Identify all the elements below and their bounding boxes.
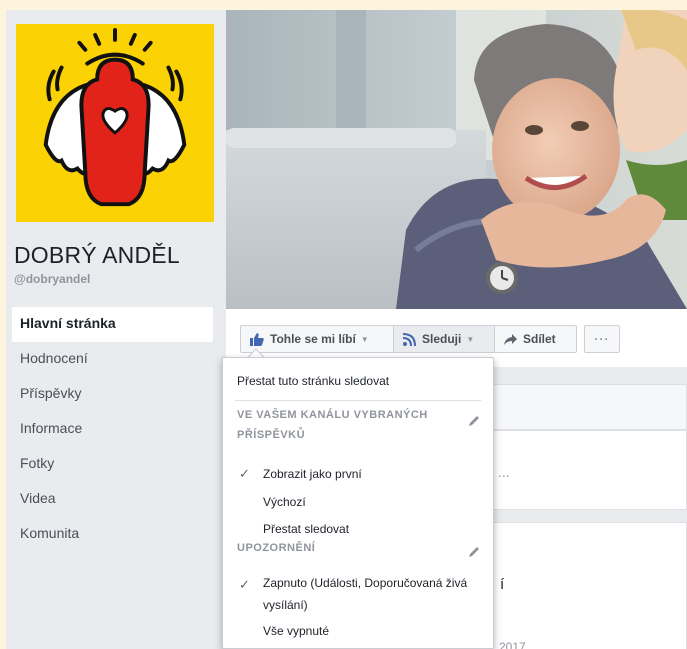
- chevron-down-icon: ▼: [466, 334, 475, 344]
- share-button[interactable]: Sdílet: [494, 325, 577, 353]
- sidebar-item-videos[interactable]: Videa: [12, 482, 213, 517]
- checkmark-icon: ✓: [239, 577, 250, 592]
- background-card: [486, 384, 687, 430]
- background-card: [486, 430, 687, 510]
- sidebar-item-about[interactable]: Informace: [12, 412, 213, 447]
- more-options-button[interactable]: ···: [584, 325, 620, 353]
- background-text-fragment: í: [500, 576, 505, 593]
- background-post-year: 2017: [499, 640, 526, 649]
- page-sidebar-nav: Hlavní stránka Hodnocení Příspěvky Infor…: [12, 307, 213, 552]
- cover-image: [226, 10, 687, 309]
- sidebar-item-home[interactable]: Hlavní stránka: [12, 307, 213, 342]
- following-button-label: Sleduji: [422, 332, 462, 346]
- default-option[interactable]: Výchozí: [263, 491, 306, 513]
- following-dropdown-menu: Přestat tuto stránku sledovat VE VAŠEM K…: [222, 357, 494, 649]
- news-feed-heading: VE VAŠEM KANÁLU VYBRANÝCH PŘÍSPĚVKŮ: [237, 409, 428, 441]
- notifications-off-option[interactable]: Vše vypnuté: [263, 620, 329, 642]
- angel-logo-icon: [16, 24, 214, 222]
- background-card: [486, 522, 687, 649]
- share-arrow-icon: [504, 333, 517, 345]
- unfollow-page-item[interactable]: Přestat tuto stránku sledovat: [237, 374, 389, 388]
- see-first-option[interactable]: Zobrazit jako první: [263, 463, 362, 485]
- sidebar-item-posts[interactable]: Příspěvky: [12, 377, 213, 412]
- thumbs-up-icon: [250, 332, 264, 346]
- checkmark-icon: ✓: [239, 466, 250, 481]
- share-button-label: Sdílet: [523, 332, 556, 346]
- pencil-icon[interactable]: [467, 545, 481, 559]
- following-button[interactable]: Sleduji ▼: [393, 325, 495, 353]
- chevron-down-icon: ▼: [360, 334, 369, 344]
- sidebar-item-photos[interactable]: Fotky: [12, 447, 213, 482]
- notifications-on-option[interactable]: Zapnuto (Události, Doporučovaná živá vys…: [263, 572, 489, 616]
- pencil-icon[interactable]: [467, 414, 481, 428]
- background-text-fragment: ...: [498, 464, 510, 480]
- sidebar-item-reviews[interactable]: Hodnocení: [12, 342, 213, 377]
- page-title[interactable]: DOBRÝ ANDĚL: [14, 242, 180, 269]
- like-button[interactable]: Tohle se mi líbí ▼: [240, 325, 394, 353]
- like-button-label: Tohle se mi líbí: [270, 332, 356, 346]
- menu-divider: [235, 400, 481, 401]
- rss-icon: [403, 332, 416, 346]
- sidebar-item-community[interactable]: Komunita: [12, 517, 213, 552]
- notifications-heading: UPOZORNĚNÍ: [237, 542, 316, 554]
- page-logo[interactable]: [16, 24, 214, 222]
- cover-photo[interactable]: [226, 10, 687, 309]
- unfollow-option[interactable]: Přestat sledovat: [263, 518, 349, 540]
- page-handle[interactable]: @dobryandel: [14, 272, 90, 286]
